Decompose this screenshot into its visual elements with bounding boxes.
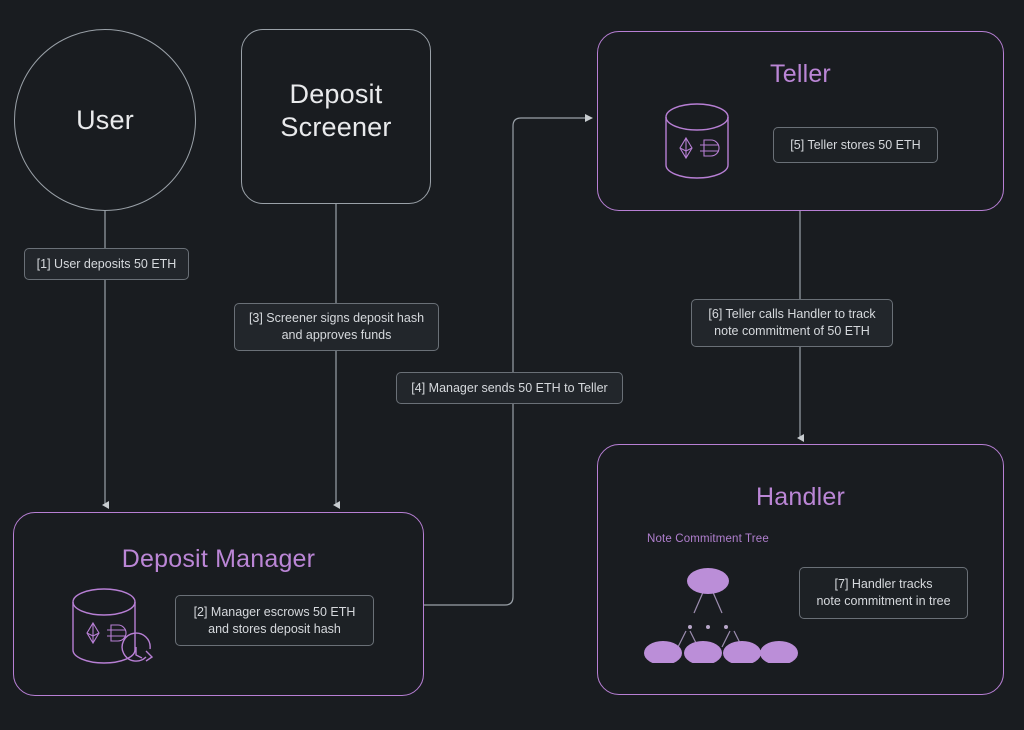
step-2-label: [2] Manager escrows 50 ETH and stores de… [175,595,374,646]
ethereum-icon [679,136,693,160]
tree-leaf-node [644,641,682,663]
diagram-canvas: User Deposit Screener Teller [5] Teller … [0,0,1024,730]
step-1-label: [1] User deposits 50 ETH [24,248,189,280]
edge-deposit-manager-to-teller [424,114,593,606]
clock-icon [121,632,154,662]
step-4-label: [4] Manager sends 50 ETH to Teller [396,372,623,404]
ethereum-icon [86,621,100,645]
node-handler-label: Handler [756,483,845,511]
step-3-label: [3] Screener signs deposit hash and appr… [234,303,439,351]
node-teller-label: Teller [770,60,831,88]
dai-icon [700,139,720,157]
node-teller[interactable]: Teller [5] Teller stores 50 ETH [597,31,1004,211]
note-commitment-tree-icon [644,568,798,663]
note-commitment-tree-caption: Note Commitment Tree [647,533,769,545]
node-deposit-screener-label-line2: Screener [280,111,392,142]
node-deposit-screener-label: Deposit Screener [242,78,430,144]
tree-leaf-node [760,641,798,663]
node-user-label: User [76,104,134,135]
node-deposit-screener[interactable]: Deposit Screener [241,29,431,204]
database-cylinder-clock-icon [72,588,154,664]
node-deposit-manager-label: Deposit Manager [121,545,316,573]
tree-ellipsis-dots [688,625,728,629]
node-deposit-manager[interactable]: Deposit Manager [2] Manager escrows 50 E… [13,512,424,696]
node-user[interactable]: User [14,29,196,211]
node-handler[interactable]: Handler Note Commitment Tree [7] Handler… [597,444,1004,695]
node-deposit-screener-label-line1: Deposit [289,79,383,109]
step-6-label: [6] Teller calls Handler to track note c… [691,299,893,347]
step-5-label: [5] Teller stores 50 ETH [773,127,938,163]
tree-root-node [687,568,729,594]
tree-leaf-node [723,641,761,663]
tree-leaf-node [684,641,722,663]
database-cylinder-icon [665,103,729,179]
step-7-label: [7] Handler tracks note commitment in tr… [799,567,968,619]
dai-icon [107,624,127,642]
